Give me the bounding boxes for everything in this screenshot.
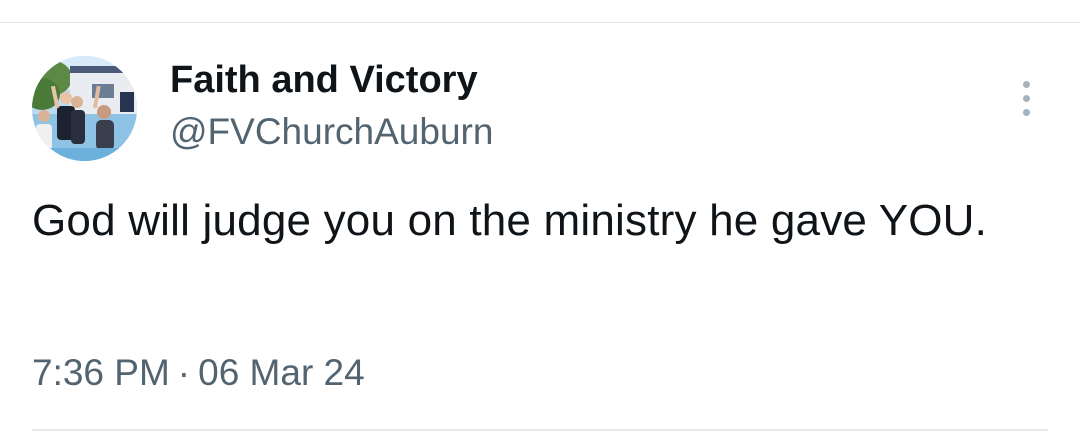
profile-photo-icon — [32, 56, 137, 161]
user-handle[interactable]: @FVChurchAuburn — [170, 110, 493, 154]
bottom-divider — [32, 429, 1048, 431]
tweet-text: God will judge you on the ministry he ga… — [32, 196, 988, 245]
meta-separator: · — [177, 352, 191, 393]
tweet-meta: 7:36 PM · 06 Mar 24 — [32, 350, 365, 396]
more-vertical-icon-dot — [1022, 94, 1030, 102]
avatar[interactable] — [32, 56, 137, 161]
more-options-button[interactable] — [1008, 76, 1044, 120]
top-divider — [0, 22, 1080, 23]
more-vertical-icon-dot — [1022, 108, 1030, 116]
tweet-date[interactable]: 06 Mar 24 — [198, 352, 365, 393]
more-vertical-icon — [1022, 80, 1030, 88]
tweet-time[interactable]: 7:36 PM — [32, 352, 170, 393]
display-name[interactable]: Faith and Victory — [170, 58, 478, 102]
